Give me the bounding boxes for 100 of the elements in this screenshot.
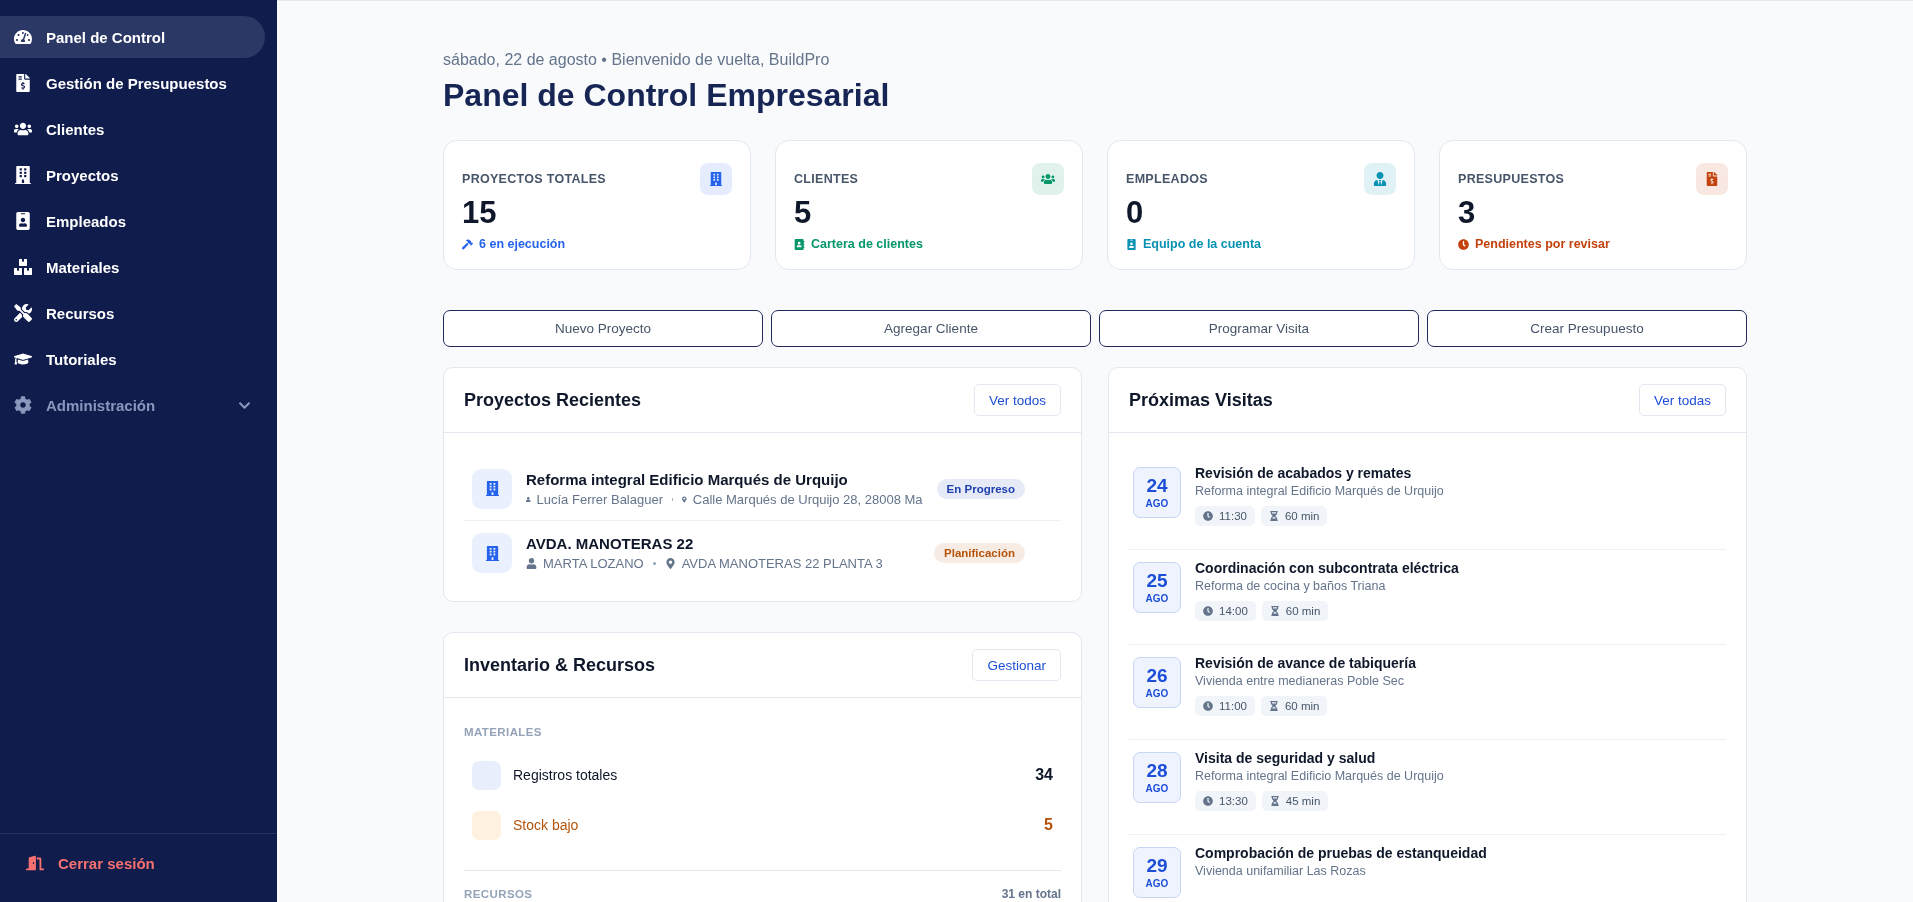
panel-title: Inventario & Recursos (464, 654, 656, 676)
visit-time: 11:30 (1219, 510, 1247, 522)
clock-icon (1203, 511, 1213, 521)
visit-time: 11:00 (1219, 700, 1247, 712)
visit-title: Coordinación con subcontrata eléctrica (1195, 560, 1459, 576)
section-label: RECURSOS (464, 888, 533, 900)
material-count: 34 (1035, 766, 1053, 784)
visit-project: Reforma de cocina y baños Triana (1195, 579, 1387, 593)
visit-title: Comprobación de pruebas de estanqueidad (1195, 845, 1487, 861)
projects-icon (14, 166, 32, 184)
stat-value: 15 (462, 195, 498, 231)
project-row[interactable]: AVDA. MANOTERAS 22 MARTA LOZANO AVDA MANOTERAS 22 PLANTA 3 Planificación (464, 521, 1061, 585)
material-swatch (472, 810, 501, 840)
sidebar-item-label: Panel de Control (46, 28, 167, 46)
hourglass-icon (1268, 511, 1279, 521)
visit-project: Reforma integral Edificio Marqués de Urquijo (1195, 769, 1444, 783)
door-icon (26, 854, 44, 872)
sidebar-item[interactable]: Clientes (0, 108, 265, 150)
visit-day: 26 (1146, 666, 1168, 685)
logout-label: Cerrar sesión (58, 854, 155, 872)
stat-note: Pendientes por revisar (1475, 237, 1610, 251)
visit-duration: 45 min (1285, 795, 1321, 807)
visit-month: AGO (1145, 498, 1169, 509)
visit-row[interactable]: 29 AGO Comprobación de pruebas de estanqueidad Vivienda unifamiliar Las Rozas (1129, 835, 1726, 902)
sidebar-item[interactable]: Empleados (0, 200, 265, 242)
visit-row[interactable]: 26 AGO Revisión de avance de tabiquería Vivienda entre medianeras Poble Sec 11:00 60 min (1129, 645, 1726, 740)
visit-row[interactable]: 25 AGO Coordinación con subcontrata eléctrica Reforma de cocina y baños Triana 14:00 60 min (1129, 550, 1726, 645)
action-button[interactable]: Agregar Cliente (771, 310, 1091, 347)
material-label: Stock bajo (513, 817, 580, 833)
status-badge: En Progreso (936, 478, 1025, 499)
section-label: MATERIALES (464, 726, 542, 738)
visit-day: 24 (1146, 476, 1168, 495)
visit-project: Vivienda entre medianeras Poble Sec (1195, 674, 1405, 688)
visit-month: AGO (1145, 783, 1169, 794)
action-button[interactable]: Nuevo Proyecto (443, 310, 763, 347)
stat-note: Equipo de la cuenta (1143, 237, 1262, 251)
visit-time: 14:00 (1219, 605, 1248, 617)
panel-title: Próximas Visitas (1129, 389, 1273, 411)
person-icon (526, 558, 537, 569)
sidebar-item-label: Empleados (46, 212, 128, 230)
visit-duration: 60 min (1284, 510, 1320, 522)
visit-duration: 60 min (1284, 700, 1320, 712)
dashboard-icon (14, 28, 32, 46)
sidebar-item-label: Recursos (46, 304, 116, 322)
stat-note: 6 en ejecución (479, 237, 566, 251)
project-name: Reforma integral Edificio Marqués de Urquijo (526, 470, 849, 488)
visit-month: AGO (1145, 593, 1169, 604)
sidebar-item-label: Administración (46, 396, 157, 414)
sidebar-item-label: Clientes (46, 120, 106, 138)
materials-icon (14, 258, 32, 276)
sidebar-item-label: Tutoriales (46, 350, 118, 368)
material-label: Registros totales (513, 767, 619, 783)
visit-row[interactable]: 24 AGO Revisión de acabados y remates Reforma integral Edificio Marqués de Urquijo 11:30 60 min (1129, 455, 1726, 550)
sidebar-item[interactable]: Recursos (0, 292, 265, 334)
panel-title: Proyectos Recientes (464, 389, 642, 411)
sidebar-item-label: Gestión de Presupuestos (46, 74, 228, 92)
visit-time: 13:30 (1219, 795, 1248, 807)
pin-icon (664, 558, 676, 569)
project-client: MARTA LOZANO (543, 556, 644, 571)
stat-value: 0 (1126, 195, 1145, 231)
logout-link[interactable]: Cerrar sesión (0, 833, 277, 902)
stat-label: PROYECTOS TOTALES (462, 172, 606, 186)
clock-icon (1203, 701, 1213, 711)
action-button[interactable]: Crear Presupuesto (1427, 310, 1747, 347)
page-title: Panel de Control Empresarial (443, 77, 891, 114)
stat-value: 3 (1458, 195, 1477, 231)
view-all-button[interactable]: Ver todos (973, 384, 1061, 416)
visit-month: AGO (1145, 688, 1169, 699)
visit-row[interactable]: 28 AGO Visita de seguridad y salud Reforma integral Edificio Marqués de Urquijo 13:30 45 min (1129, 740, 1726, 835)
manage-button[interactable]: Gestionar (972, 649, 1061, 681)
sidebar-item-label: Materiales (46, 258, 121, 276)
building-icon (472, 533, 512, 573)
visit-month: AGO (1145, 878, 1169, 889)
stat-value: 5 (794, 195, 813, 231)
hourglass-icon (1269, 606, 1280, 616)
view-all-button[interactable]: Ver todas (1638, 384, 1726, 416)
project-row[interactable]: Reforma integral Edificio Marqués de Urquijo Lucía Ferrer Balaguer Calle Marqués de Urquijo 28, 28008 Ma En Progreso (464, 457, 1061, 521)
sidebar-item[interactable]: Materiales (0, 246, 265, 288)
project-client: Lucía Ferrer Balaguer (536, 491, 663, 507)
sidebar-item[interactable]: Proyectos (0, 154, 265, 196)
clients-icon (14, 120, 32, 138)
visit-project: Reforma integral Edificio Marqués de Urquijo (1195, 484, 1444, 498)
action-button[interactable]: Programar Visita (1099, 310, 1419, 347)
stat-note: Cartera de clientes (811, 237, 923, 251)
visit-day: 29 (1146, 856, 1168, 875)
visit-day: 25 (1146, 571, 1168, 590)
visit-day: 28 (1146, 761, 1168, 780)
sidebar-item[interactable]: Gestión de Presupuestos (0, 62, 265, 104)
sidebar-item[interactable]: Tutoriales (0, 338, 265, 380)
stat-label: PRESUPUESTOS (1458, 172, 1565, 186)
sidebar-item[interactable]: Panel de Control (0, 16, 265, 58)
date-greeting: sábado, 22 de agosto • Bienvenido de vuelta, BuildPro (443, 51, 831, 69)
stat-label: EMPLEADOS (1126, 172, 1208, 186)
resources-total: 31 en total (1001, 887, 1061, 901)
sidebar-item-label: Proyectos (46, 166, 120, 184)
visit-duration: 60 min (1285, 605, 1321, 617)
material-count: 5 (1044, 816, 1053, 834)
project-address: Calle Marqués de Urquijo 28, 28008 Ma (692, 491, 923, 507)
project-name: AVDA. MANOTERAS 22 (526, 535, 695, 552)
clock-icon (1203, 606, 1213, 616)
